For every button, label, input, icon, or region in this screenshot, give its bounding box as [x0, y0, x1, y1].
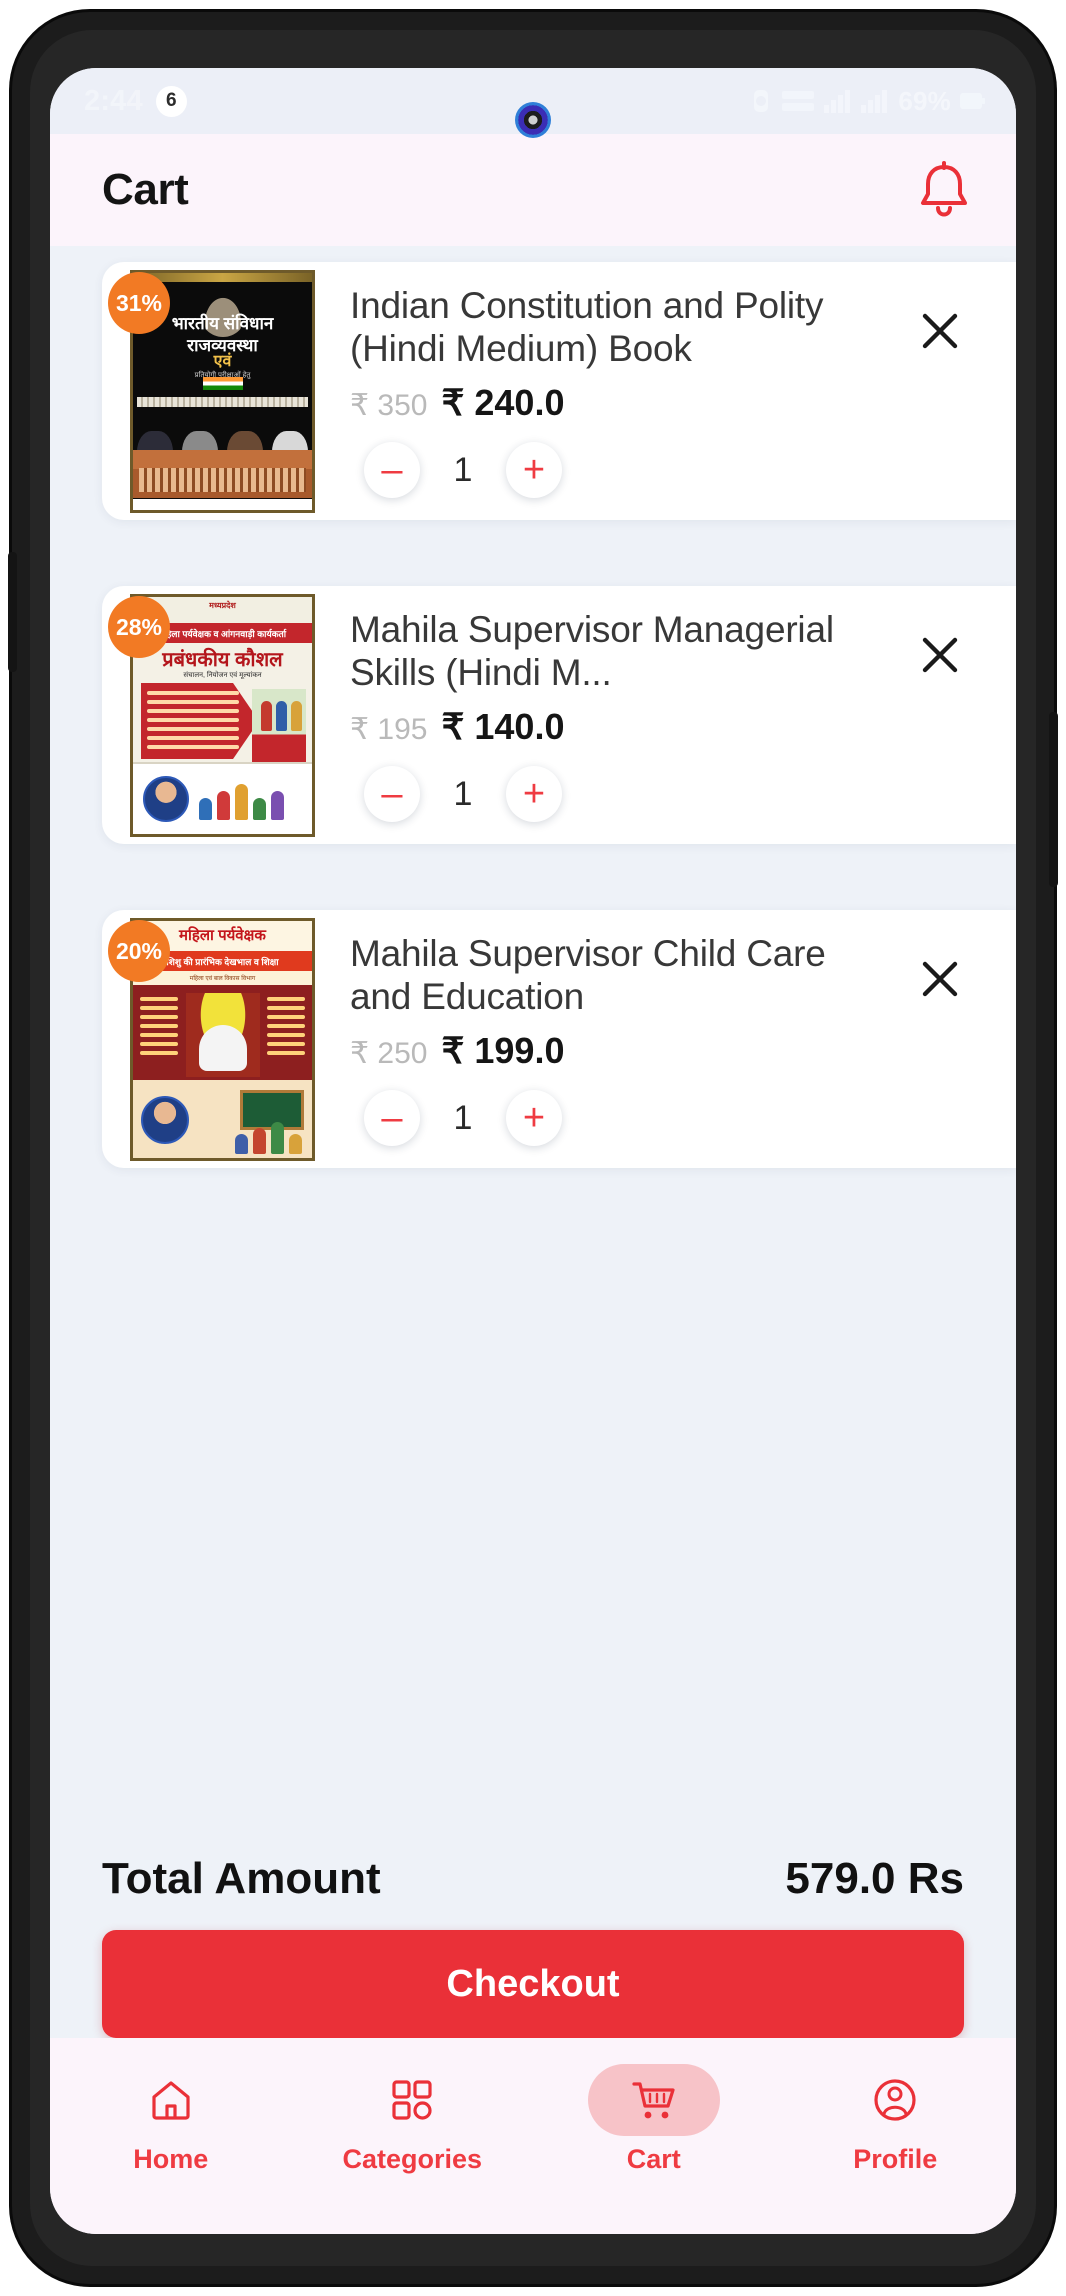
total-amount-value: 579.0 Rs: [785, 1854, 964, 1903]
nav-item-label: Cart: [626, 2144, 681, 2174]
quantity-value: 1: [453, 1098, 473, 1137]
discount-badge: 31%: [108, 272, 170, 334]
cart-item-list: 31% भारतीय संविधान एवं राजव्यवस्था प्रति…: [50, 246, 1016, 1168]
remove-item-button[interactable]: ✕: [898, 262, 982, 354]
status-clock: 2:44: [84, 84, 143, 117]
user-profile-icon: [874, 2079, 916, 2121]
item-thumbnail-wrap: 28% मध्यप्रदेश महिला पर्यवेक्षक व आंगनवा…: [108, 586, 326, 844]
discount-badge: 20%: [108, 920, 170, 982]
notification-bell-button[interactable]: [906, 152, 982, 228]
item-info: Mahila Supervisor Child Care and Educati…: [326, 932, 898, 1147]
item-price-row: ₹ 195 ₹ 140.0: [350, 706, 886, 748]
nav-item-categories[interactable]: Categories: [292, 2064, 534, 2175]
increment-quantity-button[interactable]: +: [506, 442, 562, 499]
shopping-cart-icon: [632, 2082, 675, 2119]
status-bar-left: 2:44 6: [84, 85, 187, 118]
quantity-value: 1: [453, 774, 473, 813]
home-icon: [152, 2081, 190, 2120]
item-discounted-price: ₹ 240.0: [441, 382, 565, 424]
quantity-value: 1: [453, 450, 473, 489]
signal-bars-icon: [824, 90, 851, 113]
nav-item-cart[interactable]: Cart: [533, 2064, 775, 2175]
nav-icon-box: [587, 2064, 720, 2136]
increment-quantity-button[interactable]: +: [506, 1090, 562, 1147]
item-thumbnail-wrap: 31% भारतीय संविधान एवं राजव्यवस्था प्रति…: [108, 262, 326, 520]
signal-bars-icon: [861, 90, 888, 113]
checkout-button[interactable]: Checkout: [102, 1930, 964, 2038]
discount-badge: 28%: [108, 596, 170, 658]
item-info: Indian Constitution and Polity (Hindi Me…: [326, 284, 898, 499]
power-button[interactable]: [1049, 712, 1058, 887]
close-icon: [922, 637, 958, 673]
nav-item-label: Profile: [853, 2144, 938, 2174]
battery-percent-label: 69%: [898, 85, 951, 116]
cart-item-card[interactable]: 31% भारतीय संविधान एवं राजव्यवस्था प्रति…: [102, 262, 1016, 520]
item-discounted-price: ₹ 140.0: [441, 706, 565, 748]
close-icon: [922, 313, 958, 349]
page-title: Cart: [102, 165, 189, 214]
total-row: Total Amount 579.0 Rs: [102, 1854, 964, 1930]
status-notification-badge: 6: [155, 85, 187, 117]
item-price-row: ₹ 350 ₹ 240.0: [350, 382, 886, 424]
item-original-price: ₹ 250: [350, 1037, 428, 1071]
cart-footer: Total Amount 579.0 Rs Checkout: [50, 1854, 1016, 2038]
quantity-stepper: – 1 +: [350, 442, 886, 499]
bottom-navigation-bar: Home Categories Cart Profile: [50, 2038, 1016, 2234]
alarm-icon: [754, 90, 769, 112]
grid-icon: [392, 2080, 432, 2120]
nav-item-profile[interactable]: Profile: [775, 2064, 1017, 2175]
nav-icon-box: [105, 2064, 237, 2136]
item-price-row: ₹ 250 ₹ 199.0: [350, 1030, 886, 1072]
remove-item-button[interactable]: ✕: [898, 586, 982, 678]
quantity-stepper: – 1 +: [350, 766, 886, 823]
nav-icon-box: [346, 2064, 478, 2136]
quantity-stepper: – 1 +: [350, 1090, 886, 1147]
cart-item-card[interactable]: 28% मध्यप्रदेश महिला पर्यवेक्षक व आंगनवा…: [102, 586, 1016, 844]
notification-bell-icon: [921, 161, 967, 217]
item-info: Mahila Supervisor Managerial Skills (Hin…: [326, 608, 898, 823]
phone-device-frame: 2:44 6 69% Cart 31% भारतीय संविधान एवं र…: [8, 12, 1058, 2284]
item-discounted-price: ₹ 199.0: [441, 1030, 565, 1072]
status-bar-right: 69%: [750, 86, 986, 117]
decrement-quantity-button[interactable]: –: [364, 442, 420, 499]
item-original-price: ₹ 195: [350, 713, 428, 747]
nav-icon-box: [829, 2064, 961, 2136]
front-camera-icon: [515, 102, 551, 138]
phone-screen: 2:44 6 69% Cart 31% भारतीय संविधान एवं र…: [50, 68, 1016, 2234]
nav-item-home[interactable]: Home: [50, 2064, 292, 2175]
item-title: Indian Constitution and Polity (Hindi Me…: [350, 284, 824, 369]
item-title: Mahila Supervisor Child Care and Educati…: [350, 932, 826, 1017]
item-title: Mahila Supervisor Managerial Skills (Hin…: [350, 608, 834, 693]
cart-item-card[interactable]: 20% महिला पर्यवेक्षक शिशु की प्रारंभिक द…: [102, 910, 1016, 1168]
volume-button[interactable]: [8, 552, 17, 672]
decrement-quantity-button[interactable]: –: [364, 766, 420, 823]
item-thumbnail-wrap: 20% महिला पर्यवेक्षक शिशु की प्रारंभिक द…: [108, 910, 326, 1168]
decrement-quantity-button[interactable]: –: [364, 1090, 420, 1147]
item-original-price: ₹ 350: [350, 389, 428, 423]
increment-quantity-button[interactable]: +: [506, 766, 562, 823]
app-header: Cart: [50, 134, 1016, 246]
nav-item-label: Categories: [342, 2144, 483, 2174]
remove-item-button[interactable]: ✕: [898, 910, 982, 1002]
total-amount-label: Total Amount: [102, 1854, 381, 1903]
vowifi-icon: [782, 91, 815, 111]
battery-icon: [960, 93, 985, 109]
nav-item-label: Home: [133, 2144, 209, 2174]
close-icon: [922, 961, 958, 997]
